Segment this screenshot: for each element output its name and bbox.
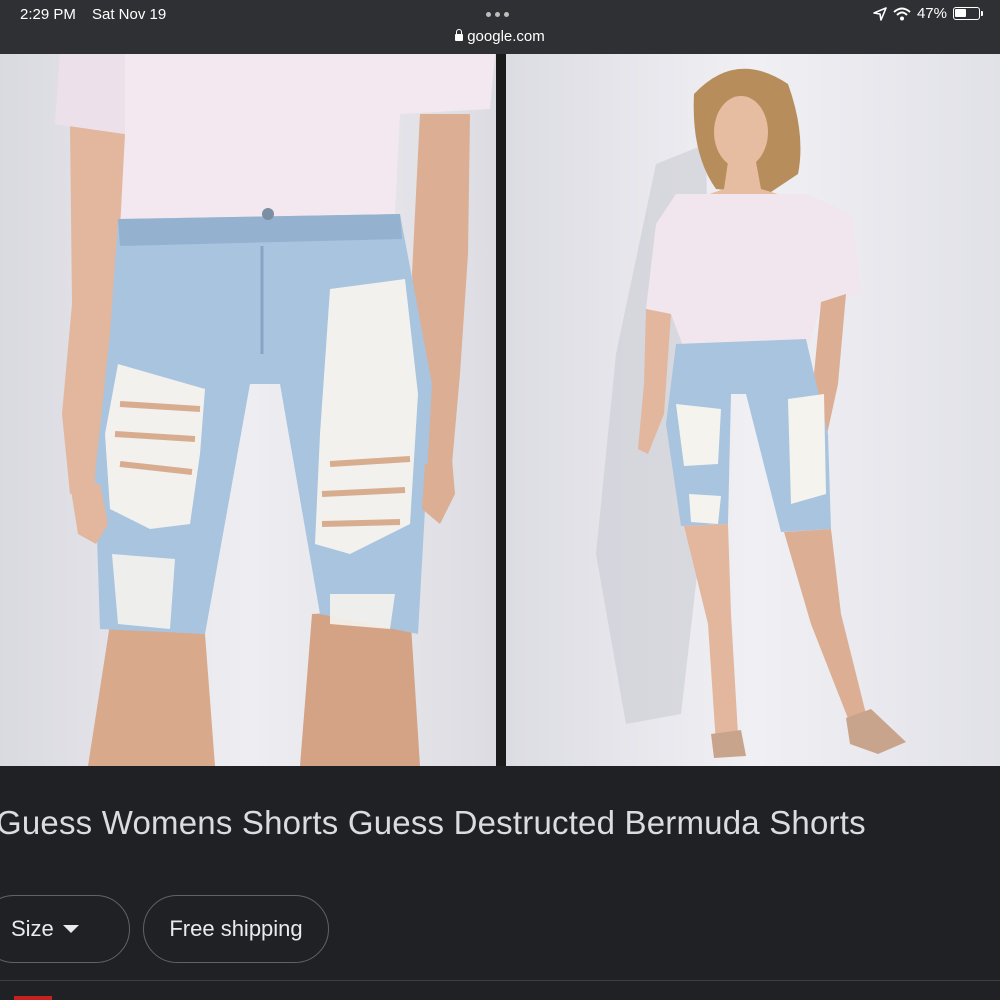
status-date: Sat Nov 19 bbox=[92, 6, 167, 23]
divider bbox=[0, 980, 1000, 981]
status-time: 2:29 PM bbox=[20, 6, 76, 23]
product-image-carousel bbox=[0, 54, 1000, 766]
location-arrow-icon bbox=[873, 6, 887, 21]
status-bar: 2:29 PM Sat Nov 19 google.com 47% bbox=[0, 0, 1000, 54]
more-dots-icon[interactable] bbox=[486, 12, 509, 17]
product-image-model[interactable] bbox=[506, 54, 1000, 766]
shorts-closeup-illustration bbox=[0, 54, 496, 766]
size-filter-chip[interactable]: Size bbox=[0, 895, 130, 963]
partial-badge bbox=[14, 996, 52, 1000]
model-illustration bbox=[506, 54, 1000, 766]
size-filter-label: Size bbox=[11, 916, 54, 941]
lock-icon bbox=[455, 29, 464, 41]
url-bar[interactable]: google.com bbox=[0, 28, 1000, 45]
product-image-closeup[interactable] bbox=[0, 54, 496, 766]
product-title[interactable]: Guess Womens Shorts Guess Destructed Ber… bbox=[0, 804, 866, 842]
url-text: google.com bbox=[467, 28, 545, 45]
chevron-down-icon bbox=[63, 925, 79, 933]
battery-percent: 47% bbox=[916, 5, 947, 22]
free-shipping-filter-chip[interactable]: Free shipping bbox=[143, 895, 329, 963]
status-indicators: 47% bbox=[873, 5, 983, 22]
wifi-icon bbox=[893, 7, 911, 20]
battery-icon bbox=[953, 7, 983, 20]
free-shipping-label: Free shipping bbox=[169, 916, 303, 941]
